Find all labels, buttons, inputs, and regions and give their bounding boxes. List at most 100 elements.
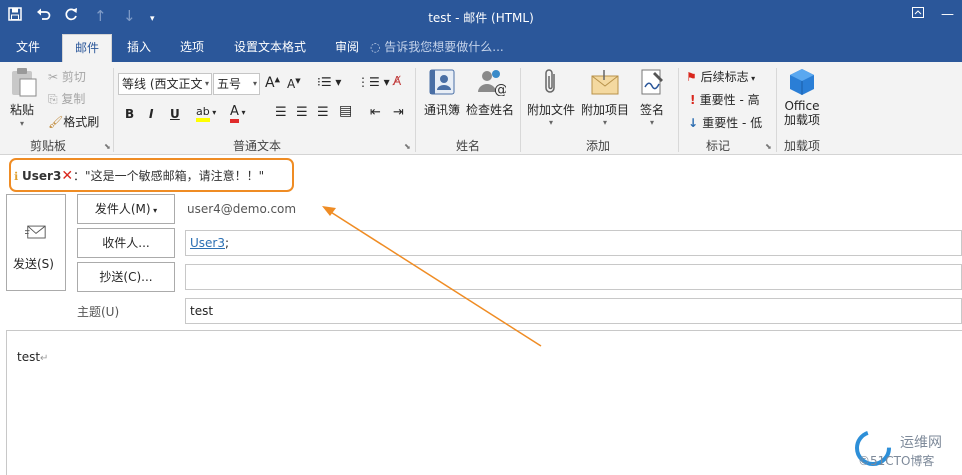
check-names-label: 检查姓名 bbox=[465, 103, 514, 117]
cut-button[interactable]: ✂ 剪切 bbox=[48, 68, 86, 85]
svg-text:@: @ bbox=[494, 82, 506, 96]
clear-formatting-icon[interactable]: A̸ bbox=[393, 74, 401, 88]
tab-options[interactable]: 选项 bbox=[172, 34, 212, 62]
cc-field[interactable] bbox=[185, 264, 962, 290]
down-arrow-icon: ↓ bbox=[688, 116, 703, 130]
format-painter-button[interactable]: 🖌格式刷 bbox=[48, 113, 99, 130]
attach-file-label: 附加文件 bbox=[526, 103, 575, 117]
office-label: Office bbox=[784, 99, 820, 113]
align-left-icon[interactable]: ☰ bbox=[275, 105, 287, 120]
subject-field[interactable]: test bbox=[185, 298, 962, 324]
align-center-icon[interactable]: ☰ bbox=[296, 105, 308, 120]
follow-up-button[interactable]: ⚑ 后续标志 ▾ bbox=[686, 68, 755, 85]
scissors-icon: ✂ bbox=[48, 70, 62, 84]
to-recipient[interactable]: User3 bbox=[190, 236, 225, 250]
high-importance-button[interactable]: ! 重要性 - 高 bbox=[690, 91, 760, 108]
attach-item-button[interactable]: 附加项目 ▾ bbox=[579, 68, 631, 127]
to-field[interactable]: User3; bbox=[185, 230, 962, 256]
paste-icon bbox=[12, 68, 37, 97]
basic-text-launcher-icon[interactable]: ⬊ bbox=[404, 142, 411, 151]
addins-group-label: 加载项 bbox=[784, 139, 821, 153]
tab-message[interactable]: 邮件 bbox=[62, 34, 112, 63]
mailtip: ℹ User3✕："这是一个敏感邮箱，请注意！！" bbox=[14, 167, 264, 184]
bullets-icon[interactable]: ⁝☰ ▾ bbox=[317, 75, 341, 89]
tab-insert[interactable]: 插入 bbox=[119, 34, 159, 62]
tags-group-label: 标记 bbox=[706, 139, 731, 153]
flag-icon: ⚑ bbox=[686, 70, 701, 84]
font-color-button[interactable]: A ▾ bbox=[230, 104, 245, 123]
watermark-line1: 运维网 bbox=[900, 435, 942, 451]
address-book-label: 通讯簿 bbox=[423, 103, 460, 117]
increase-indent-icon[interactable]: ⇥ bbox=[393, 105, 404, 120]
paste-button[interactable]: 粘贴 ▾ bbox=[10, 67, 38, 128]
cc-button[interactable]: 抄送(C)... bbox=[77, 262, 175, 292]
align-right-icon[interactable]: ☰ bbox=[317, 105, 329, 120]
clipboard-launcher-icon[interactable]: ⬊ bbox=[104, 142, 111, 151]
font-color-icon: A bbox=[230, 104, 239, 123]
tell-me-box[interactable]: ◌ 告诉我您想要做什么... bbox=[362, 34, 512, 62]
lightbulb-icon: ◌ bbox=[370, 40, 385, 54]
italic-button[interactable]: I bbox=[149, 107, 153, 121]
send-button[interactable]: 发送(S) bbox=[6, 194, 66, 291]
group-divider bbox=[415, 68, 416, 152]
from-button[interactable]: 发件人(M) ▾ bbox=[77, 194, 175, 224]
copy-icon: ⎘ bbox=[48, 92, 62, 106]
to-button[interactable]: 收件人... bbox=[77, 228, 175, 258]
underline-button[interactable]: U bbox=[170, 107, 180, 121]
minimize-icon[interactable]: — bbox=[941, 7, 954, 22]
numbering-icon[interactable]: ⋮☰ ▾ bbox=[357, 75, 390, 89]
office-addins-icon bbox=[790, 69, 814, 95]
group-divider bbox=[776, 68, 777, 152]
tab-file[interactable]: 文件 bbox=[8, 34, 48, 62]
attach-item-dropdown-icon: ▾ bbox=[602, 118, 607, 127]
include-group-label: 添加 bbox=[586, 139, 611, 153]
clipboard-group-label: 剪贴板 bbox=[30, 139, 67, 153]
send-label: 发送(S) bbox=[13, 257, 54, 271]
office-addins-button[interactable]: Office 加载项 bbox=[782, 68, 822, 127]
paste-dropdown-icon: ▾ bbox=[20, 119, 25, 128]
tell-me-text: 告诉我您想要做什么... bbox=[384, 40, 504, 54]
group-divider bbox=[113, 68, 114, 152]
copy-button[interactable]: ⎘ 复制 bbox=[48, 90, 85, 107]
check-names-icon: @ bbox=[478, 70, 508, 98]
attach-file-button[interactable]: 附加文件 ▾ bbox=[525, 68, 577, 127]
ribbon-display-options-icon[interactable] bbox=[912, 7, 924, 22]
signature-label: 签名 bbox=[639, 103, 664, 117]
signature-button[interactable]: 签名 ▾ bbox=[635, 68, 669, 127]
signature-icon bbox=[641, 69, 663, 95]
close-icon[interactable]: ✕ bbox=[61, 168, 73, 184]
exclamation-icon: ! bbox=[690, 93, 700, 107]
paperclip-icon bbox=[545, 69, 555, 93]
tags-launcher-icon[interactable]: ⬊ bbox=[765, 142, 772, 151]
from-value: user4@demo.com bbox=[187, 202, 297, 216]
paragraph-mark-icon: ↵ bbox=[40, 353, 49, 364]
font-size-dropdown[interactable]: 五号 ▾ bbox=[213, 73, 260, 95]
group-divider bbox=[678, 68, 679, 152]
paste-label: 粘贴 bbox=[10, 103, 35, 117]
decrease-indent-icon[interactable]: ⇤ bbox=[370, 105, 381, 120]
tab-review[interactable]: 审阅 bbox=[327, 34, 367, 62]
check-names-button[interactable]: @ 检查姓名 bbox=[464, 68, 516, 118]
bold-button[interactable]: B bbox=[125, 107, 134, 121]
mailtip-user: User3 bbox=[22, 169, 62, 183]
signature-dropdown-icon: ▾ bbox=[649, 118, 654, 127]
highlighter-icon: ab bbox=[196, 105, 210, 122]
chevron-down-icon: ▾ bbox=[252, 79, 257, 88]
low-importance-button[interactable]: ↓ 重要性 - 低 bbox=[688, 114, 762, 131]
message-body[interactable] bbox=[6, 330, 962, 475]
title-bar: ↑ ↓ ▾ test - 邮件 (HTML) — bbox=[0, 0, 962, 34]
font-name-dropdown[interactable]: 等线 (西文正文 ▾ bbox=[118, 73, 212, 95]
grow-font-icon[interactable]: A▲ bbox=[265, 75, 280, 91]
attach-item-icon bbox=[591, 70, 619, 95]
ribbon-tabs: 文件 邮件 插入 选项 设置文本格式 审阅 ◌ 告诉我您想要做什么... bbox=[0, 34, 962, 63]
shrink-font-icon[interactable]: A▼ bbox=[287, 77, 301, 91]
justify-icon[interactable]: ▤ bbox=[339, 103, 352, 119]
highlight-button[interactable]: ab ▾ bbox=[196, 104, 216, 122]
mailtip-message: ："这是一个敏感邮箱，请注意！！" bbox=[73, 169, 265, 183]
attach-file-dropdown-icon: ▾ bbox=[548, 118, 553, 127]
chevron-down-icon: ▾ bbox=[204, 79, 209, 88]
address-book-button[interactable]: 通讯簿 bbox=[422, 68, 462, 118]
tab-format-text[interactable]: 设置文本格式 bbox=[226, 34, 314, 62]
watermark-line2: ©51CTO博客 bbox=[858, 454, 935, 468]
send-envelope-icon bbox=[25, 225, 46, 239]
